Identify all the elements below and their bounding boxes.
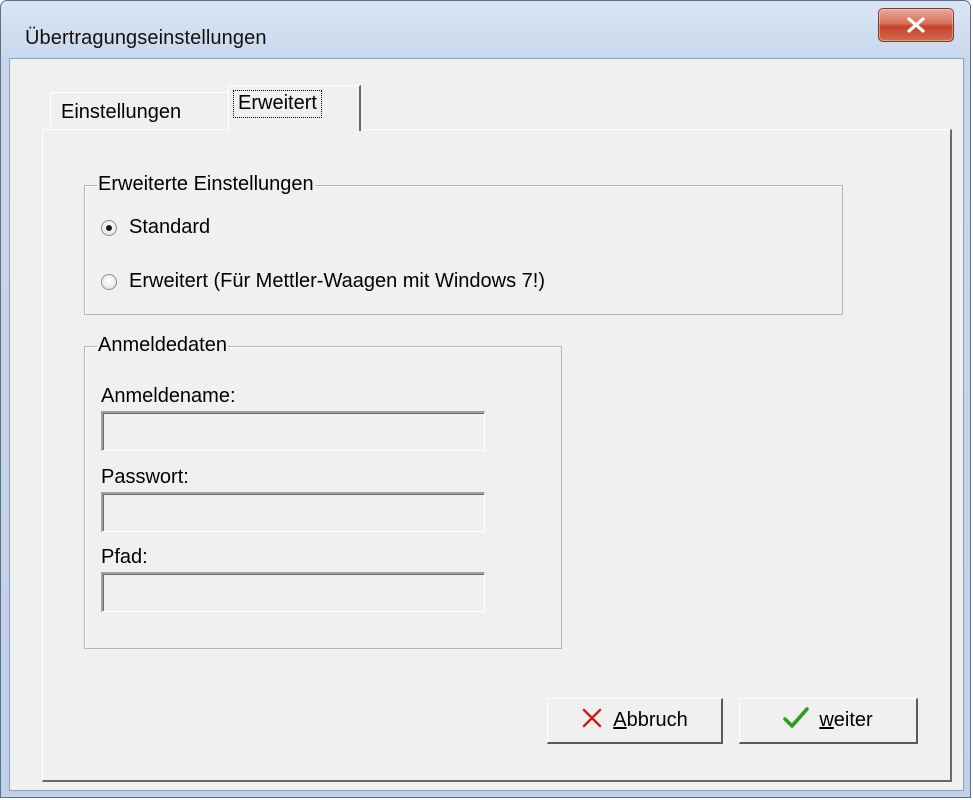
advanced-settings-group: Erweiterte Einstellungen Standard Erweit… [84, 173, 843, 315]
tab-einstellungen-label: Einstellungen [61, 101, 182, 123]
path-input[interactable] [101, 572, 485, 612]
radio-standard[interactable]: Standard [101, 216, 210, 239]
red-x-icon [581, 707, 603, 735]
tab-page-erweitert: Erweiterte Einstellungen Standard Erweit… [42, 129, 952, 782]
next-button-label: eiter [833, 709, 873, 731]
username-label: Anmeldename: [101, 385, 236, 407]
next-button-mnemonic: w [819, 709, 834, 731]
password-label: Passwort: [101, 466, 189, 488]
login-data-group-title: Anmeldedaten [97, 334, 228, 357]
username-input[interactable] [101, 411, 485, 451]
next-button[interactable]: w eiter [739, 698, 918, 744]
title-bar[interactable]: Übertragungseinstellungen [1, 1, 970, 61]
radio-erweitert[interactable]: Erweitert (Für Mettler-Waagen mit Window… [101, 270, 545, 293]
window-title: Übertragungseinstellungen [25, 27, 267, 49]
tab-erweitert-label: Erweitert [233, 90, 322, 118]
login-data-group: Anmeldedaten Anmeldename: Passwort: Pfad… [84, 334, 562, 649]
dialog-client-area: Einstellungen Erweitert Erweiterte Einst… [9, 58, 964, 791]
dialog-window: Übertragungseinstellungen Einstellungen … [0, 0, 971, 798]
green-check-icon [783, 706, 810, 736]
cancel-button-label: bbruch [626, 709, 688, 731]
path-label: Pfad: [101, 546, 148, 568]
password-input[interactable] [101, 492, 485, 532]
tab-einstellungen[interactable]: Einstellungen [50, 92, 230, 127]
radio-erweitert-label[interactable]: Erweitert (Für Mettler-Waagen mit Window… [129, 270, 545, 293]
tab-erweitert[interactable]: Erweitert [228, 85, 361, 131]
advanced-settings-group-title: Erweiterte Einstellungen [97, 173, 315, 196]
cancel-button[interactable]: Abbruch [547, 698, 723, 744]
radio-standard-button[interactable] [101, 219, 117, 236]
close-icon [907, 17, 925, 33]
close-button[interactable] [878, 8, 954, 42]
cancel-button-mnemonic: A [613, 709, 627, 731]
radio-standard-label[interactable]: Standard [129, 216, 210, 239]
radio-erweitert-button[interactable] [101, 273, 117, 290]
